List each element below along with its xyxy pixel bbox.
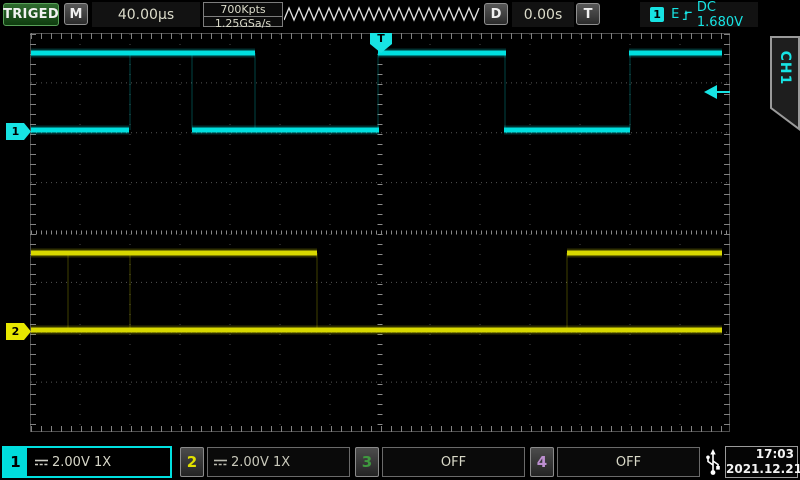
clock-readout: 17:03 2021.12.21 xyxy=(725,446,798,478)
trigger-level-marker[interactable] xyxy=(704,85,730,99)
timebase-readout: 40.00µs xyxy=(92,2,200,27)
oscilloscope-screen: TRIGED M 40.00µs 700Kpts 1.25GSa/s D 0.0… xyxy=(0,0,800,480)
ch1-zero-level-marker[interactable]: 1 xyxy=(6,123,31,140)
memory-depth-readout: 700Kpts xyxy=(204,3,282,17)
ch1-tab-label: CH1 xyxy=(777,51,793,86)
trigger-source-badge: 1 xyxy=(650,7,664,22)
ch2-marker-label: 2 xyxy=(12,325,20,338)
trigger-position-label: T xyxy=(377,33,385,45)
channel-1-scale: 2.00V 1X xyxy=(52,455,111,470)
dc-coupling-icon xyxy=(34,457,49,468)
waveform-display-area xyxy=(30,33,730,432)
dc-coupling-icon xyxy=(213,457,228,468)
channel-2-scale: 2.00V 1X xyxy=(231,455,290,470)
sample-rate-readout: 1.25GSa/s xyxy=(204,17,282,30)
trigger-menu-button[interactable]: T xyxy=(576,3,600,25)
delay-menu-button[interactable]: D xyxy=(484,3,508,25)
usb-icon xyxy=(703,448,723,476)
ch1-menu-tab[interactable]: CH1 xyxy=(770,36,800,131)
channel-4-badge[interactable]: 4 xyxy=(530,447,554,477)
trigger-info-readout: 1 E DC 1.680V xyxy=(640,2,758,27)
channel-1-badge: 1 xyxy=(4,448,29,476)
trigger-coupling-level: DC 1.680V xyxy=(697,0,758,30)
zigzag-waveform-icon xyxy=(284,5,480,23)
bottom-channel-bar: 1 2.00V 1X 2 2.00V 1X 3 OFF 4 OFF xyxy=(0,444,800,480)
top-status-bar: TRIGED M 40.00µs 700Kpts 1.25GSa/s D 0.0… xyxy=(0,0,800,29)
waveform-traces xyxy=(30,33,730,432)
time-label: 17:03 xyxy=(726,447,794,462)
horizontal-delay-readout: 0.00s xyxy=(512,2,574,27)
channel-3-state[interactable]: OFF xyxy=(382,447,525,477)
trigger-level-arrow-tail xyxy=(717,91,730,93)
ch2-zero-level-marker[interactable]: 2 xyxy=(6,323,31,340)
date-label: 2021.12.21 xyxy=(726,462,794,477)
channel-2-badge[interactable]: 2 xyxy=(180,447,204,477)
channel-3-badge[interactable]: 3 xyxy=(355,447,379,477)
channel-1-box[interactable]: 1 2.00V 1X xyxy=(2,446,172,478)
ch1-marker-label: 1 xyxy=(12,125,20,138)
trigger-type-label: E xyxy=(671,7,679,22)
channel-1-settings: 2.00V 1X xyxy=(29,448,170,476)
channel-4-state[interactable]: OFF xyxy=(557,447,700,477)
trigger-status-badge: TRIGED xyxy=(3,3,59,26)
horizontal-menu-button[interactable]: M xyxy=(64,3,88,25)
rising-edge-icon xyxy=(682,8,693,22)
trigger-level-arrow-icon xyxy=(704,85,717,99)
channel-2-settings[interactable]: 2.00V 1X xyxy=(207,447,350,477)
acquisition-info-box: 700Kpts 1.25GSa/s xyxy=(203,2,283,27)
